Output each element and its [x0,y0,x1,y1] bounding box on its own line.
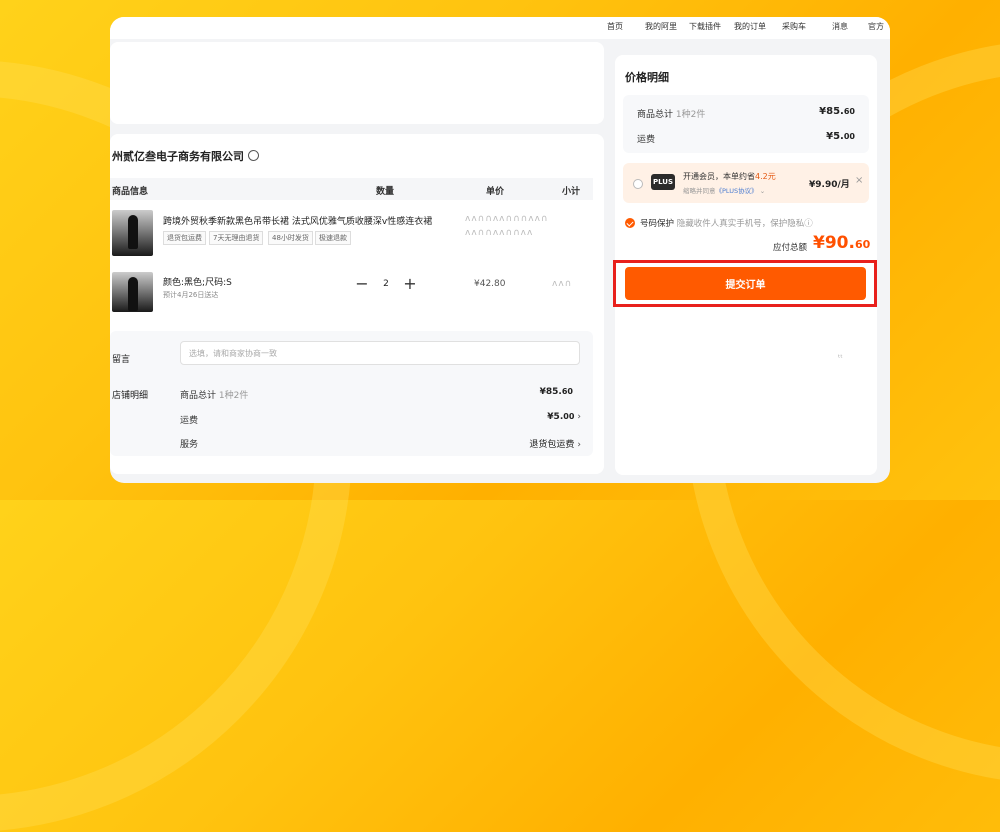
shop-name[interactable]: 州贰亿叁电子商务有限公司 [112,148,259,164]
price-detail-title: 价格明细 [625,71,669,84]
total-int: ¥90. [813,233,855,253]
plus-title: 开通会员，本单约省4.2元 [683,171,776,182]
help-icon[interactable]: ⓘ [804,219,813,229]
goods-total-text: 商品总计 [637,110,674,120]
nav-download-plugin[interactable]: 下载插件 [689,21,721,32]
shop-goods-total-int: ¥85. [539,387,562,397]
item-price: ¥42.80 [474,279,506,289]
qty-value[interactable]: 2 [378,279,394,289]
number-protection-checkbox[interactable] [625,218,635,228]
tag-48h-ship: 48小时发货 [268,231,313,245]
number-protection-text: 号码保护 隐藏收件人真实手机号，保护隐私ⓘ [640,217,813,229]
shop-freight-label: 运费 [180,416,199,426]
freight-dec: 00 [843,132,855,141]
qty-plus-button[interactable]: + [400,274,420,294]
shop-detail-label: 店铺明细 [112,391,149,401]
shop-goods-total-text: 商品总计 [180,391,217,401]
shop-freight-dec: 00 [563,412,575,421]
product-image[interactable] [112,210,153,256]
faint-mark: ᵗᵗ [838,353,843,362]
goods-total-value: ¥85.60 [819,106,855,117]
tag-fast-refund: 极速退款 [315,231,351,245]
chevron-right-icon: › [577,440,581,450]
variant-image[interactable] [112,272,153,312]
col-quantity: 数量 [376,187,395,197]
shop-goods-total-label: 商品总计 1种2件 [180,388,248,401]
submit-order-button[interactable]: 提交订单 [625,267,866,300]
shop-freight-int: ¥5. [547,412,564,422]
col-product-info: 商品信息 [112,187,149,197]
chevron-down-icon[interactable]: ⌄ [760,187,765,195]
address-card [110,42,604,124]
product-title[interactable]: 跨境外贸秋季新款黑色吊带长裙 法式风优雅气质收腰深v性感连衣裙 [163,214,432,227]
shop-order-card: 州贰亿叁电子商务有限公司 商品信息 数量 单价 小计 跨境外贸秋季新款黑色吊带长… [110,134,604,474]
shop-service-value[interactable]: 退货包运费 › [529,437,581,450]
shop-goods-total-value: ¥85.60 [540,387,573,397]
number-protection-desc: 隐藏收件人真实手机号，保护隐私 [676,219,805,229]
table-header: 商品信息 数量 单价 小计 [110,178,593,200]
col-unit-price: 单价 [486,187,505,197]
nav-home[interactable]: 首页 [607,21,623,32]
top-nav: 首页 我的阿里 下载插件 我的订单 采购车 消息 官方 [110,17,890,39]
shop-service-text: 退货包运费 [529,440,575,450]
plus-savings: 4.2元 [755,172,776,181]
price-text-artifact: ʌʌ∩∩ʌʌ∩∩ʌʌ [465,228,534,238]
freight-label: 运费 [637,135,656,145]
price-text-artifact: ʌʌ∩ [552,279,573,289]
nav-messages[interactable]: 消息 [832,21,848,32]
shop-freight-value[interactable]: ¥5.00 › [547,412,581,422]
nav-my-alibaba[interactable]: 我的阿里 [645,21,677,32]
nav-my-orders[interactable]: 我的订单 [734,21,766,32]
number-protection-label: 号码保护 [640,219,675,229]
checkout-window: 首页 我的阿里 下载插件 我的订单 采购车 消息 官方 州贰亿叁电子商务有限公司… [110,17,890,483]
col-subtotal: 小计 [562,187,581,197]
delivery-estimate: 预计4月26日送达 [163,291,219,299]
shop-name-text: 州贰亿叁电子商务有限公司 [112,150,244,163]
plus-logo: PLUS [651,174,675,190]
shop-goods-count: 1种2件 [218,391,249,401]
message-label: 留言 [112,355,131,365]
nav-official[interactable]: 官方 [868,21,884,32]
close-icon[interactable]: × [855,175,863,186]
total-value: ¥90.60 [813,233,870,253]
freight-value: ¥5.00 [826,131,855,142]
variant-spec: 颜色:黑色;尺码:S [163,278,232,288]
plus-agreement-text: 缩略并同意 [683,187,716,195]
goods-total-int: ¥85. [819,106,844,117]
tag-7day-return: 7天无理由退货 [209,231,264,245]
goods-total-label: 商品总计 1种2件 [637,107,705,120]
total-dec: 60 [854,238,871,251]
shop-goods-total-dec: 60 [561,387,573,396]
qty-minus-button[interactable]: − [352,274,372,294]
chevron-right-icon: › [577,412,581,422]
tag-return-freight: 退货包运费 [163,231,206,245]
message-input[interactable] [180,341,580,365]
plus-radio[interactable] [633,179,643,189]
plus-agreement: 缩略并同意《PLUS协议》 ⌄ [683,185,765,195]
price-text-artifact: ʌʌ∩∩ʌʌ∩∩∩ʌʌ∩ [465,214,549,224]
freight-int: ¥5. [826,131,844,142]
plus-price: ¥9.90/月 [809,180,850,190]
nav-cart[interactable]: 采购车 [782,21,806,32]
total-label: 应付总额 [773,243,808,253]
goods-total-dec: 60 [843,107,855,116]
goods-count: 1种2件 [675,110,706,120]
plus-agreement-link[interactable]: 《PLUS协议》 [716,187,758,195]
smile-icon[interactable] [248,150,259,161]
plus-membership-offer: PLUS 开通会员，本单约省4.2元 缩略并同意《PLUS协议》 ⌄ ¥9.90… [623,163,869,203]
price-summary-box: 商品总计 1种2件 ¥85.60 运费 ¥5.00 [623,95,869,153]
plus-title-text: 开通会员，本单约省 [683,172,755,181]
shop-service-label: 服务 [180,440,199,450]
